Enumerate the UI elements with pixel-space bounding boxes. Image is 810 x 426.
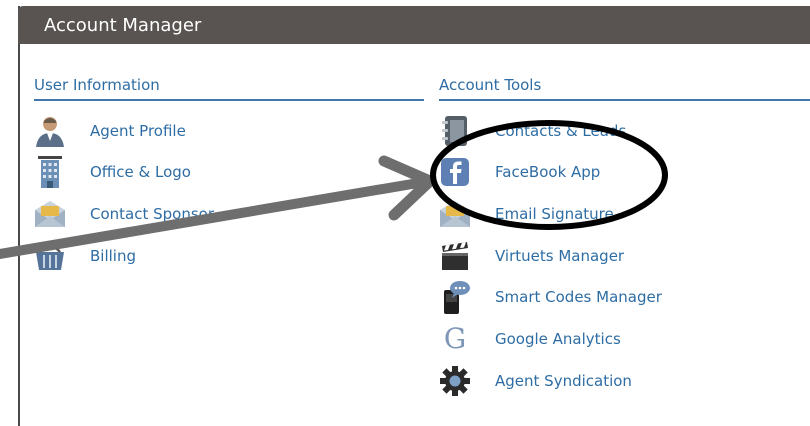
smart-codes-manager-link[interactable]: Smart Codes Manager [439,280,662,314]
email-signature-label: Email Signature [495,205,614,223]
facebook-icon [439,156,471,188]
gear-icon [439,365,471,397]
clapperboard-icon [439,240,471,272]
basket-icon [34,240,66,272]
building-icon [34,156,66,188]
person-icon [34,115,66,147]
account-manager-header: Account Manager [18,6,810,44]
notebook-icon [439,115,471,147]
contact-sponsor-link[interactable]: Contact Sponsor [34,197,214,231]
office-logo-label: Office & Logo [90,163,191,181]
phone-chat-icon [439,281,471,314]
google-g-icon: G [443,322,467,355]
contact-sponsor-label: Contact Sponsor [90,205,215,223]
contacts-leads-label: Contacts & Leads [495,122,627,140]
office-logo-link[interactable]: Office & Logo [34,155,191,189]
billing-label: Billing [90,247,136,265]
virtuets-manager-link[interactable]: Virtuets Manager [439,239,624,273]
facebook-app-link[interactable]: FaceBook App [439,155,600,189]
google-analytics-link[interactable]: G Google Analytics [439,322,621,356]
agent-profile-label: Agent Profile [90,122,186,140]
billing-link[interactable]: Billing [34,239,136,273]
email-signature-link[interactable]: Email Signature [439,197,614,231]
account-tools-divider [439,99,810,101]
account-tools-heading: Account Tools [439,76,542,94]
virtuets-manager-label: Virtuets Manager [495,247,625,265]
user-information-heading: User Information [34,76,160,94]
page-title: Account Manager [44,15,202,36]
user-information-divider [34,99,424,101]
agent-syndication-label: Agent Syndication [495,372,632,390]
envelope-icon [439,198,471,230]
facebook-app-label: FaceBook App [495,163,601,181]
google-analytics-label: Google Analytics [495,330,621,348]
contacts-leads-link[interactable]: Contacts & Leads [439,114,626,148]
agent-syndication-link[interactable]: Agent Syndication [439,364,632,398]
agent-profile-link[interactable]: Agent Profile [34,114,186,148]
envelope-icon [34,198,66,230]
smart-codes-manager-label: Smart Codes Manager [495,288,662,306]
